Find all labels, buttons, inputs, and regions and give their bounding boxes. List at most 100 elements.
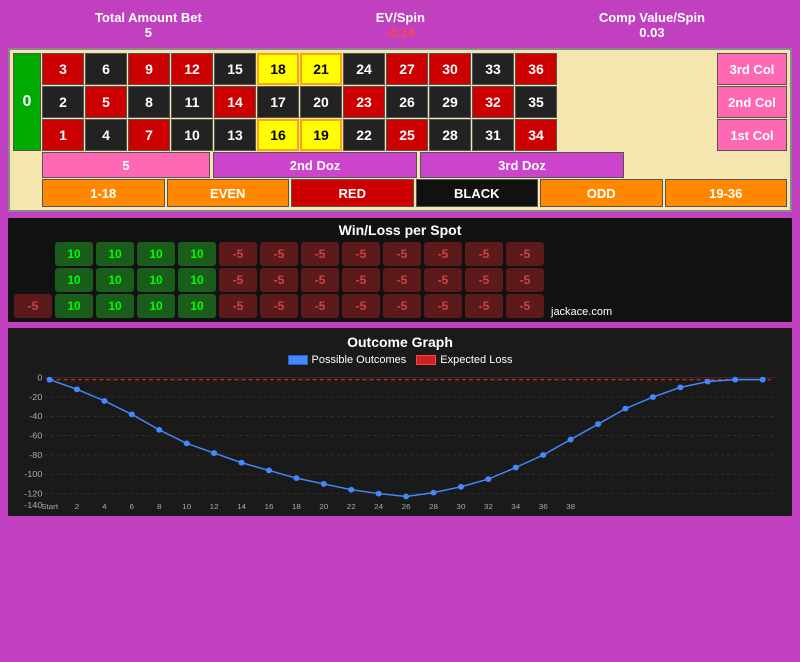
svg-text:10: 10	[182, 502, 192, 510]
num-cell-6[interactable]: 6	[85, 53, 127, 85]
comp-label: Comp Value/Spin	[599, 10, 705, 25]
num-cell-31[interactable]: 31	[472, 119, 514, 151]
jackace-label: jackace.com	[551, 306, 612, 318]
wl-cell-10-0: -5	[424, 242, 462, 266]
wl-cell-8-0: -5	[342, 242, 380, 266]
wl-cell-9-2: -5	[383, 294, 421, 318]
wl-cell-2-0: 10	[96, 242, 134, 266]
num-cell-23[interactable]: 23	[343, 86, 385, 118]
wl-cell-7-0: -5	[301, 242, 339, 266]
num-cell-32[interactable]: 32	[472, 86, 514, 118]
dozen-third[interactable]: 3rd Doz	[420, 152, 624, 178]
dozen-second[interactable]: 2nd Doz	[213, 152, 417, 178]
num-cell-9[interactable]: 9	[128, 53, 170, 85]
num-cell-2[interactable]: 2	[42, 86, 84, 118]
svg-text:34: 34	[511, 502, 521, 510]
svg-text:2: 2	[75, 502, 80, 510]
wl-cell-12-0: -5	[506, 242, 544, 266]
num-cell-7[interactable]: 7	[128, 119, 170, 151]
col-3rd[interactable]: 3rd Col	[717, 53, 787, 85]
num-cell-22[interactable]: 22	[343, 119, 385, 151]
num-cell-15[interactable]: 15	[214, 53, 256, 85]
bet-black[interactable]: BLACK	[416, 179, 539, 207]
graph-title: Outcome Graph	[14, 334, 786, 350]
num-cell-20[interactable]: 20	[300, 86, 342, 118]
wl-cell-5-1: -5	[219, 268, 257, 292]
bet-odd[interactable]: ODD	[540, 179, 663, 207]
bet-red[interactable]: RED	[291, 179, 414, 207]
wl-cell-1-1: 10	[55, 268, 93, 292]
num-cell-11[interactable]: 11	[171, 86, 213, 118]
col-2nd[interactable]: 2nd Col	[717, 86, 787, 118]
num-cell-24[interactable]: 24	[343, 53, 385, 85]
num-cell-19[interactable]: 19	[300, 119, 342, 151]
num-cell-30[interactable]: 30	[429, 53, 471, 85]
wl-col-6: -5-5-5	[260, 242, 298, 318]
num-cell-28[interactable]: 28	[429, 119, 471, 151]
svg-text:-20: -20	[29, 392, 42, 402]
svg-text:18: 18	[292, 502, 302, 510]
num-cell-29[interactable]: 29	[429, 86, 471, 118]
num-cell-16[interactable]: 16	[257, 119, 299, 151]
num-cell-10[interactable]: 10	[171, 119, 213, 151]
num-cell-4[interactable]: 4	[85, 119, 127, 151]
num-cell-8[interactable]: 8	[128, 86, 170, 118]
svg-text:38: 38	[566, 502, 576, 510]
num-cell-12[interactable]: 12	[171, 53, 213, 85]
wl-cell-7-2: -5	[301, 294, 339, 318]
svg-text:14: 14	[237, 502, 247, 510]
num-cell-21[interactable]: 21	[300, 53, 342, 85]
wl-cell-4-0: 10	[178, 242, 216, 266]
svg-text:-140: -140	[24, 500, 42, 510]
numbers-row-2: 147101316192225283134	[42, 119, 716, 151]
wl-cell-11-1: -5	[465, 268, 503, 292]
num-cell-14[interactable]: 14	[214, 86, 256, 118]
ev-spin-block: EV/Spin -0.14	[376, 10, 425, 40]
num-cell-17[interactable]: 17	[257, 86, 299, 118]
wl-col-2: 101010	[96, 242, 134, 318]
svg-text:22: 22	[347, 502, 356, 510]
num-cell-5[interactable]: 5	[85, 86, 127, 118]
wl-cell-1-2: 10	[55, 294, 93, 318]
svg-text:12: 12	[210, 502, 219, 510]
wl-cell-4-2: 10	[178, 294, 216, 318]
num-cell-13[interactable]: 13	[214, 119, 256, 151]
dozen-first[interactable]: 5	[42, 152, 210, 178]
wl-cell-3-2: 10	[137, 294, 175, 318]
wl-col-8: -5-5-5	[342, 242, 380, 318]
bet-even[interactable]: EVEN	[167, 179, 290, 207]
num-cell-1[interactable]: 1	[42, 119, 84, 151]
wl-col-10: -5-5-5	[424, 242, 462, 318]
numbers-grid: 3691215182124273033362581114172023262932…	[42, 53, 716, 151]
bet-1-18[interactable]: 1-18	[42, 179, 165, 207]
num-cell-36[interactable]: 36	[515, 53, 557, 85]
wl-col-7: -5-5-5	[301, 242, 339, 318]
numbers-row-0: 369121518212427303336	[42, 53, 716, 85]
svg-text:-100: -100	[24, 469, 42, 479]
legend-red-box	[416, 355, 436, 365]
num-cell-25[interactable]: 25	[386, 119, 428, 151]
wl-col-5: -5-5-5	[219, 242, 257, 318]
svg-text:Start: Start	[41, 502, 59, 510]
wl-cell-2-2: 10	[96, 294, 134, 318]
num-cell-27[interactable]: 27	[386, 53, 428, 85]
bet-19-36[interactable]: 19-36	[665, 179, 788, 207]
zero-cell[interactable]: 0	[13, 53, 41, 151]
wl-cell-9-0: -5	[383, 242, 421, 266]
ev-label: EV/Spin	[376, 10, 425, 25]
num-cell-26[interactable]: 26	[386, 86, 428, 118]
num-cell-34[interactable]: 34	[515, 119, 557, 151]
col-1st[interactable]: 1st Col	[717, 119, 787, 151]
outside-row: 1-18 EVEN RED BLACK ODD 19-36	[42, 179, 787, 207]
num-cell-3[interactable]: 3	[42, 53, 84, 85]
num-cell-18[interactable]: 18	[257, 53, 299, 85]
wl-cell-0-2: -5	[14, 294, 52, 318]
wl-cell-8-2: -5	[342, 294, 380, 318]
num-cell-33[interactable]: 33	[472, 53, 514, 85]
col-labels: 3rd Col 2nd Col 1st Col	[717, 53, 787, 151]
wl-col-0: -5	[14, 242, 52, 318]
num-cell-35[interactable]: 35	[515, 86, 557, 118]
winloss-section: Win/Loss per Spot -510101010101010101010…	[8, 218, 792, 322]
legend-expected-label: Expected Loss	[440, 354, 512, 366]
comp-value-block: Comp Value/Spin 0.03	[599, 10, 705, 40]
